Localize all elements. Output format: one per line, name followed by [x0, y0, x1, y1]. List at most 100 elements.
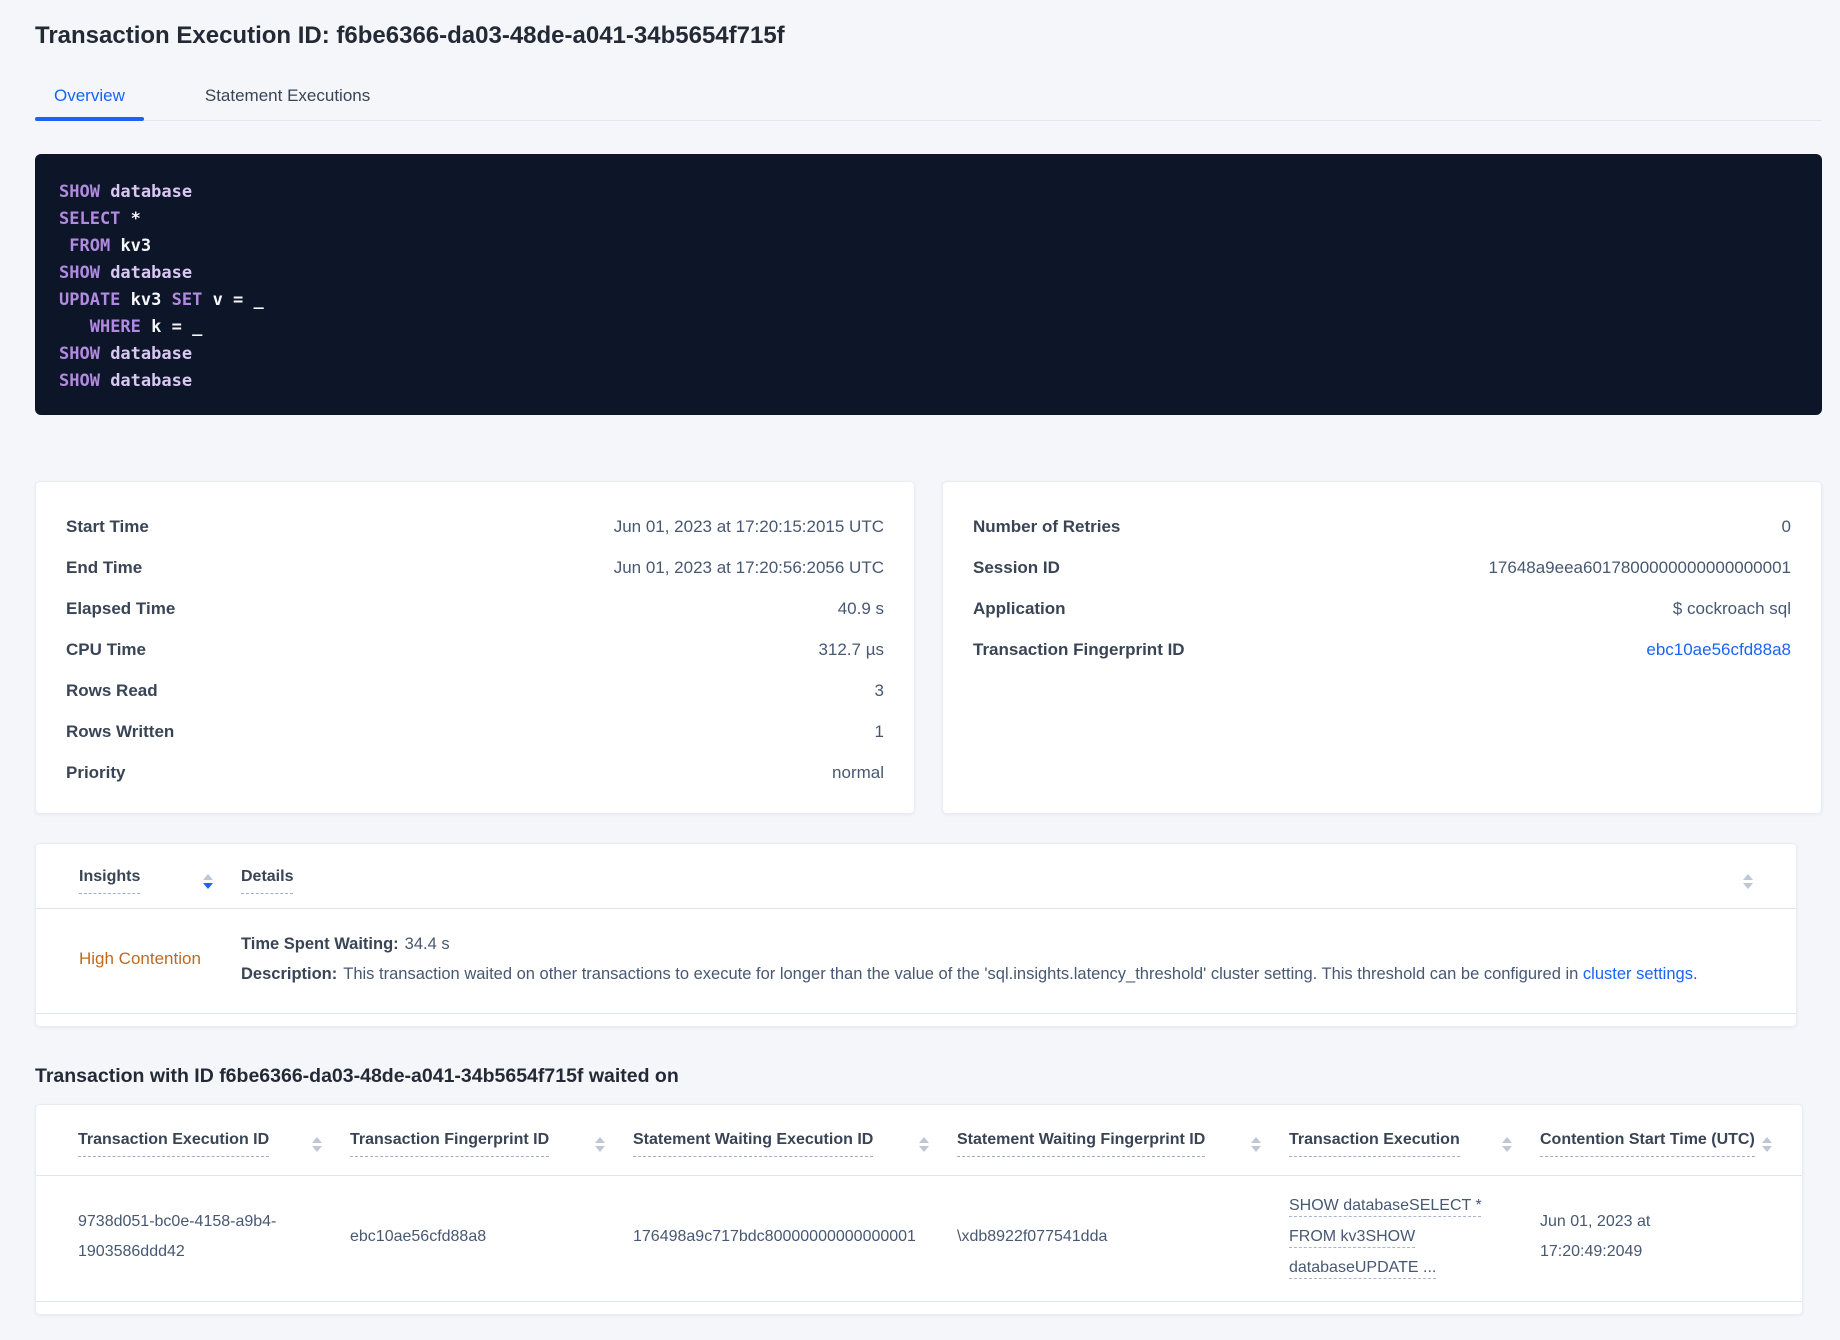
sort-icon[interactable] [1251, 1136, 1261, 1152]
column-header-transaction-execution[interactable]: Transaction Execution [1289, 1131, 1540, 1157]
stat-label: Start Time [66, 516, 149, 536]
waited-on-heading: Transaction with ID f6be6366-da03-48de-a… [35, 1065, 679, 1087]
sort-icon[interactable] [1502, 1136, 1512, 1152]
description-label: Description: [241, 965, 338, 983]
sort-down-icon [595, 1145, 605, 1152]
stat-row-priority: Priority normal [66, 752, 884, 793]
tab-statement-executions-label: Statement Executions [204, 86, 371, 105]
column-header-label[interactable]: Transaction Fingerprint ID [350, 1131, 550, 1157]
sql-keyword: FROM [69, 236, 111, 256]
column-header-transaction-execution-id[interactable]: Transaction Execution ID [78, 1131, 350, 1157]
insights-table-card: Insights Details High Contention Time Sp… [35, 843, 1797, 1027]
stat-value: 1 [874, 721, 884, 741]
sql-keyword: SHOW [59, 371, 100, 391]
sort-down-icon [312, 1145, 322, 1152]
description-text: This transaction waited on other transac… [343, 965, 1579, 983]
stat-row-number-of-retries: Number of Retries 0 [973, 506, 1791, 547]
sort-up-icon [919, 1136, 929, 1143]
sql-keyword-secondary: database [99, 371, 193, 391]
sort-down-icon [919, 1145, 929, 1152]
sql-keyword: UPDATE [59, 290, 121, 310]
stat-label: Transaction Fingerprint ID [973, 639, 1185, 659]
column-header-label[interactable]: Transaction Execution [1289, 1131, 1460, 1157]
sql-keyword: WHERE [89, 317, 141, 337]
stat-row-end-time: End Time Jun 01, 2023 at 17:20:56:2056 U… [66, 547, 884, 588]
sql-keyword-secondary: database [99, 182, 193, 202]
stat-row-transaction-fingerprint-id: Transaction Fingerprint ID ebc10ae56cfd8… [973, 629, 1791, 670]
cluster-settings-link[interactable]: cluster settings [1583, 965, 1693, 983]
transaction-execution-link[interactable]: SHOW databaseSELECT * FROM kv3SHOW datab… [1289, 1197, 1482, 1276]
sort-up-icon [312, 1136, 322, 1143]
stat-row-rows-written: Rows Written 1 [66, 711, 884, 752]
sort-up-icon [1502, 1136, 1512, 1143]
sort-icon-insights-right[interactable] [1743, 873, 1753, 889]
stat-value: 0 [1781, 516, 1791, 536]
sql-line: WHERE k = _ [59, 314, 1798, 341]
waiting-label: Time Spent Waiting: [241, 935, 399, 953]
column-header-statement-waiting-fingerprint-id[interactable]: Statement Waiting Fingerprint ID [957, 1131, 1289, 1157]
table-footer-space [36, 1302, 1802, 1314]
stat-value: 3 [874, 680, 884, 700]
sql-keyword: SHOW [59, 344, 100, 364]
tab-bar: Overview Statement Executions [35, 74, 1822, 121]
sql-text: * [120, 209, 141, 229]
column-header-transaction-fingerprint-id[interactable]: Transaction Fingerprint ID [350, 1131, 633, 1157]
cell-transaction-fingerprint-id: ebc10ae56cfd88a8 [350, 1227, 487, 1245]
sort-down-icon [1743, 882, 1753, 889]
sql-line: SELECT * [59, 206, 1798, 233]
insight-row: High Contention Time Spent Waiting: 34.4 … [36, 909, 1796, 1013]
sql-text: kv3 [120, 290, 162, 310]
sort-up-icon [1743, 873, 1753, 880]
sort-icon[interactable] [595, 1136, 605, 1152]
tab-overview[interactable]: Overview [35, 74, 144, 121]
sql-keyword: SHOW [59, 182, 100, 202]
insight-waiting-line: Time Spent Waiting: 34.4 s [241, 929, 1753, 959]
waited-on-table-header: Transaction Execution ID Transaction Fin… [36, 1105, 1802, 1175]
stat-value: 312.7 µs [818, 639, 884, 659]
sql-keyword: SET [161, 290, 203, 310]
insight-description-line: Description: This transaction waited on o… [241, 959, 1753, 989]
stat-value: Jun 01, 2023 at 17:20:56:2056 UTC [613, 557, 884, 577]
column-header-label[interactable]: Statement Waiting Fingerprint ID [957, 1131, 1206, 1157]
column-header-label[interactable]: Transaction Execution ID [78, 1131, 270, 1157]
cell-transaction-execution-id: 9738d051-bc0e-4158-a9b4-1903586ddd42 [78, 1212, 277, 1260]
sql-keyword: SELECT [59, 209, 121, 229]
insights-table-header: Insights Details [36, 844, 1796, 908]
column-header-label[interactable]: Statement Waiting Execution ID [633, 1131, 874, 1157]
column-header-contention-start-time[interactable]: Contention Start Time (UTC) [1540, 1131, 1772, 1157]
stat-label: CPU Time [66, 639, 146, 659]
details-header-label[interactable]: Details [241, 868, 294, 894]
sql-keyword: SHOW [59, 263, 100, 283]
sql-keyword-secondary: database [99, 263, 193, 283]
sql-text: v = _ [202, 290, 264, 310]
stat-row-start-time: Start Time Jun 01, 2023 at 17:20:15:2015… [66, 506, 884, 547]
tab-statement-executions[interactable]: Statement Executions [186, 74, 389, 120]
insights-column-header[interactable]: Insights [79, 868, 241, 894]
sql-line: SHOW database [59, 368, 1798, 395]
transaction-fingerprint-link[interactable]: ebc10ae56cfd88a8 [1646, 640, 1791, 660]
transaction-sql-box: SHOW database SELECT * FROM kv3 SHOW dat… [35, 154, 1822, 415]
column-header-statement-waiting-execution-id[interactable]: Statement Waiting Execution ID [633, 1131, 957, 1157]
sort-icon[interactable] [312, 1136, 322, 1152]
waited-on-table-card: Transaction Execution ID Transaction Fin… [35, 1104, 1803, 1315]
sql-keyword-secondary: database [99, 344, 193, 364]
table-row: 9738d051-bc0e-4158-a9b4-1903586ddd42 ebc… [36, 1176, 1802, 1301]
sort-up-icon [1762, 1136, 1772, 1143]
stat-row-cpu-time: CPU Time 312.7 µs [66, 629, 884, 670]
sort-icon-insights[interactable] [203, 873, 213, 889]
insight-details: Time Spent Waiting: 34.4 s Description: Th… [241, 929, 1753, 989]
cell-contention-start-time: Jun 01, 2023 at 17:20:49:2049 [1540, 1212, 1651, 1260]
sort-icon[interactable] [919, 1136, 929, 1152]
stat-row-elapsed-time: Elapsed Time 40.9 s [66, 588, 884, 629]
stat-label: End Time [66, 557, 143, 577]
stat-label: Number of Retries [973, 516, 1121, 536]
insight-badge: High Contention [79, 949, 201, 968]
insights-header-label[interactable]: Insights [79, 868, 141, 894]
sort-icon[interactable] [1762, 1136, 1772, 1152]
sort-down-icon [1502, 1145, 1512, 1152]
column-header-label[interactable]: Contention Start Time (UTC) [1540, 1131, 1755, 1157]
sort-up-icon [203, 873, 213, 880]
stat-value: $ cockroach sql [1672, 598, 1791, 618]
table-footer-space [36, 1014, 1796, 1026]
